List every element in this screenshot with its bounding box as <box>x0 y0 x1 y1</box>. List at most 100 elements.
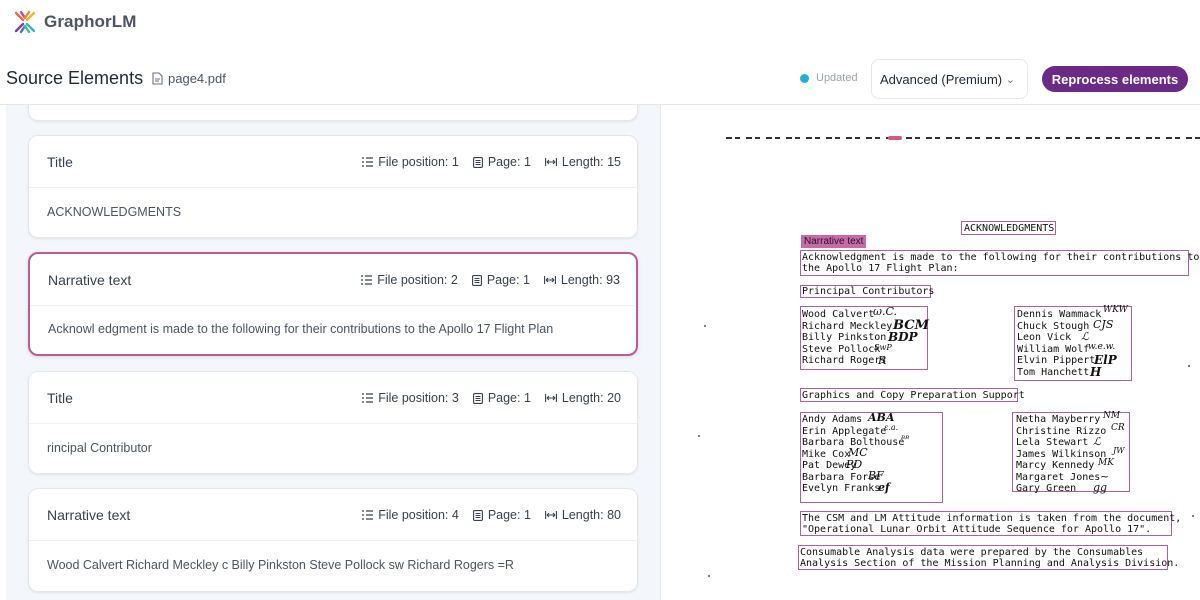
element-card[interactable]: Narrative text File position: 4 Page: 1 … <box>28 488 638 592</box>
doc-name: William Wolf <box>1017 343 1090 355</box>
page-number: Page: 1 <box>472 508 531 522</box>
length: Length: 20 <box>544 391 621 405</box>
element-type: Title <box>47 154 73 170</box>
doc-graphics-heading: Graphics and Copy Preparation Support <box>802 390 1025 401</box>
signature-mark: MK <box>1098 458 1114 468</box>
signature-mark: ω.C. <box>873 305 897 318</box>
doc-heading: ACKNOWLEDGMENTS <box>964 223 1055 234</box>
signature-mark: ɛ.a. <box>884 423 899 432</box>
list-icon <box>361 275 373 285</box>
signature-mark: JW <box>1113 446 1125 455</box>
parser-select[interactable]: Advanced (Premium) ⌄ <box>871 59 1028 99</box>
signature-mark: R <box>878 354 887 367</box>
app-name: GraphorLM <box>44 12 137 31</box>
page-icon <box>472 392 483 404</box>
status-indicator: Updated <box>800 72 858 84</box>
elements-list[interactable]: Title File position: 1 Page: 1 Length: 1… <box>6 105 661 600</box>
doc-consumable-line2: Analysis Section of the Mission Planning… <box>800 558 1180 569</box>
card-header: Title File position: 1 Page: 1 Length: 1… <box>29 136 637 188</box>
signature-mark: H <box>1090 365 1102 379</box>
element-text: Wood Calvert Richard Meckley c Billy Pin… <box>47 558 514 572</box>
scan-speck <box>1188 365 1190 367</box>
page-title: Source Elements <box>6 68 144 88</box>
list-icon <box>362 510 374 520</box>
doc-name: Tom Hanchett <box>1017 366 1090 378</box>
page-number: Page: 1 <box>472 391 531 405</box>
doc-name: Wood Calvert <box>802 309 875 320</box>
element-type: Title <box>47 390 73 406</box>
page-number: Page: 1 <box>471 273 530 287</box>
length-label: Length: 80 <box>561 508 621 522</box>
signature-mark: SwP <box>874 343 892 352</box>
file-position-label: File position: 2 <box>377 273 458 287</box>
doc-name: Richard Meckley <box>802 320 893 332</box>
file-position-label: File position: 3 <box>378 391 459 405</box>
card-meta: File position: 2 Page: 1 Length: 93 <box>347 273 620 287</box>
doc-name: Leon Vick <box>1017 332 1072 343</box>
list-icon <box>362 157 374 167</box>
doc-name: Chuck Stough <box>1017 320 1090 332</box>
length-label: Length: 15 <box>561 155 621 169</box>
doc-name: Gary Green <box>1016 483 1077 494</box>
signature-mark: ef <box>878 481 890 494</box>
file-chip[interactable]: page4.pdf <box>152 71 226 86</box>
doc-name: Margaret Jones <box>1016 471 1101 483</box>
doc-name: Erin Applegate <box>802 425 887 437</box>
element-type: Narrative text <box>47 507 131 523</box>
card-header: Narrative text File position: 2 Page: 1 … <box>30 254 636 306</box>
signature-mark: CJS <box>1093 318 1114 331</box>
scan-speck <box>708 575 710 577</box>
status-dot-icon <box>800 73 809 83</box>
card-meta: File position: 1 Page: 1 Length: 15 <box>348 155 621 169</box>
page-label: Page: 1 <box>487 391 531 405</box>
card-header: Narrative text File position: 4 Page: 1 … <box>29 489 637 541</box>
doc-name: Marcy Kennedy <box>1016 460 1095 471</box>
length: Length: 80 <box>544 508 621 522</box>
graphor-logo-icon <box>14 10 36 34</box>
file-position: File position: 2 <box>361 273 458 287</box>
signature-mark: w.e.w. <box>1088 342 1116 352</box>
file-position-label: File position: 4 <box>378 508 459 522</box>
doc-name: Dennis Wammack <box>1017 309 1102 320</box>
scan-artifact-line <box>726 137 1200 139</box>
page-icon <box>471 274 482 286</box>
signature-mark: ᴮᴮ <box>901 435 910 445</box>
signature-mark: NM <box>1103 411 1121 421</box>
element-card[interactable]: Title File position: 1 Page: 1 Length: 1… <box>28 135 638 238</box>
list-icon <box>362 393 374 403</box>
status-text: Updated <box>816 72 858 84</box>
card-header: Title File position: 3 Page: 1 Length: 2… <box>29 372 637 424</box>
length-icon <box>544 394 557 402</box>
scan-speck <box>704 325 706 327</box>
doc-principal-heading: Principal Contributors <box>802 286 935 297</box>
doc-csm-line1: The CSM and LM Attitude information is t… <box>802 513 1182 524</box>
length-icon <box>543 276 556 284</box>
page-icon <box>472 156 483 168</box>
length-icon <box>544 158 557 166</box>
doc-csm-line2: "Operational Lunar Orbit Attitude Sequen… <box>802 524 1152 535</box>
doc-name: Netha Mayberry <box>1016 414 1101 425</box>
file-position-label: File position: 1 <box>378 155 459 169</box>
doc-name: Elvin Pippert <box>1017 355 1096 366</box>
file-icon <box>152 72 163 85</box>
page-icon <box>472 509 483 521</box>
card-meta: File position: 4 Page: 1 Length: 80 <box>348 508 621 522</box>
doc-intro-line1: Acknowledgment is made to the following … <box>802 252 1200 263</box>
length-icon <box>544 511 557 519</box>
element-card[interactable]: Title File position: 3 Page: 1 Length: 2… <box>28 371 638 474</box>
element-card[interactable] <box>28 105 638 121</box>
chevron-down-icon: ⌄ <box>1005 74 1015 86</box>
reprocess-button[interactable]: Reprocess elements <box>1042 66 1188 92</box>
doc-intro-line2: the Apollo 17 Flight Plan: <box>802 263 959 274</box>
scan-speck <box>1192 515 1194 517</box>
page-header: Source Elements page4.pdf Updated Advanc… <box>0 56 1200 104</box>
page-label: Page: 1 <box>487 155 531 169</box>
doc-name: Lela Stewart <box>1016 437 1089 448</box>
length-label: Length: 93 <box>560 273 620 287</box>
document-page: ACKNOWLEDGMENTS Narrative text Acknowled… <box>688 105 1200 600</box>
element-card-selected[interactable]: Narrative text File position: 2 Page: 1 … <box>28 252 638 356</box>
signature-mark: CR <box>1111 423 1125 433</box>
doc-consumable-line1: Consumable Analysis data were prepared b… <box>800 547 1144 558</box>
scan-speck <box>698 435 700 437</box>
document-preview[interactable]: ACKNOWLEDGMENTS Narrative text Acknowled… <box>688 105 1200 600</box>
